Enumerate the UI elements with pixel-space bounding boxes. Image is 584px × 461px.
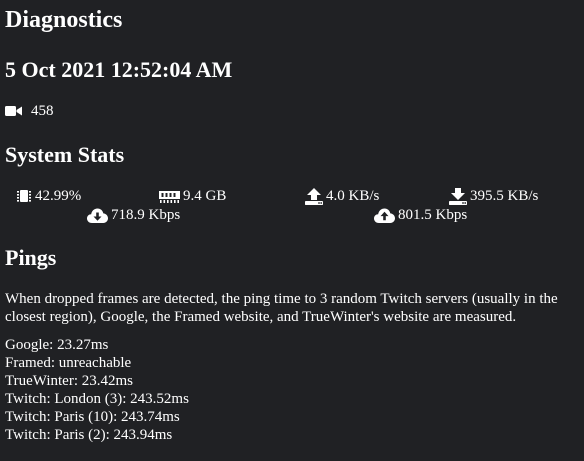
cloud-upload-stat: 801.5 Kbps <box>374 206 467 224</box>
ping-result-truewinter: TrueWinter: 23.42ms <box>5 373 134 389</box>
ping-result-framed: Framed: unreachable <box>5 355 132 371</box>
download-rate-value: 395.5 KB/s <box>470 187 539 204</box>
download-rate-stat: 395.5 KB/s <box>449 187 538 205</box>
cpu-stat: 42.99% <box>16 187 81 205</box>
memory-icon <box>159 189 180 203</box>
ping-result-twitch-paris-2: Twitch: Paris (2): 243.94ms <box>5 427 173 443</box>
cloud-download-stat: 718.9 Kbps <box>87 206 180 224</box>
download-icon <box>449 187 467 205</box>
upload-icon <box>305 187 323 205</box>
cloud-upload-icon <box>374 208 395 223</box>
system-stats-title: System Stats <box>5 142 125 167</box>
cloud-download-value: 718.9 Kbps <box>111 206 181 223</box>
viewer-count-value: 458 <box>31 102 54 119</box>
memory-stat: 9.4 GB <box>159 187 226 205</box>
ping-result-twitch-paris-10: Twitch: Paris (10): 243.74ms <box>5 409 180 425</box>
cpu-chip-icon <box>16 188 32 204</box>
ping-result-twitch-london-3: Twitch: London (3): 243.52ms <box>5 391 189 407</box>
upload-rate-stat: 4.0 KB/s <box>305 187 379 205</box>
pings-title: Pings <box>5 245 57 270</box>
viewer-count: 458 <box>5 102 54 120</box>
cloud-download-icon <box>87 208 108 223</box>
ping-results-list: Google: 23.27ms Framed: unreachable True… <box>5 336 189 444</box>
video-camera-icon <box>5 105 22 117</box>
memory-value: 9.4 GB <box>183 187 227 204</box>
cpu-value: 42.99% <box>35 187 82 204</box>
cloud-upload-value: 801.5 Kbps <box>398 206 468 223</box>
ping-result-google: Google: 23.27ms <box>5 337 109 353</box>
diagnostics-datetime: 5 Oct 2021 12:52:04 AM <box>5 57 233 82</box>
upload-rate-value: 4.0 KB/s <box>326 187 380 204</box>
page-title: Diagnostics <box>5 7 123 33</box>
pings-description: When dropped frames are detected, the pi… <box>5 291 558 325</box>
